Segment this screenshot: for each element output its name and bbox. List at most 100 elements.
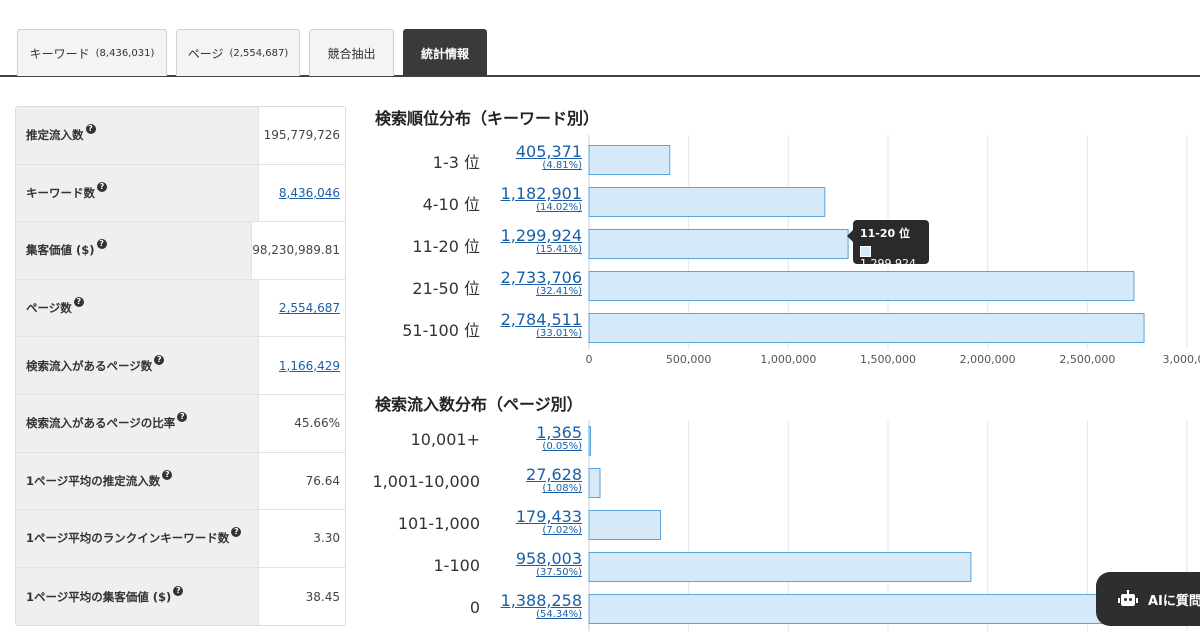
stats-row: 集客価値 ($)? 98,230,989.81 — [16, 222, 345, 280]
bar-percent: (54.34%) — [536, 609, 582, 620]
stats-row: 1ページ平均の集客価値 ($)? 38.45 — [16, 567, 345, 626]
help-icon[interactable]: ? — [231, 527, 242, 538]
stats-row: ページ数? 2,554,687 — [16, 279, 345, 338]
stats-label: キーワード数? — [16, 164, 258, 222]
stats-value-link[interactable]: 2,554,687 — [279, 301, 340, 315]
tab-label: 競合抽出 — [327, 46, 376, 61]
stats-table: 推定流入数? 195,779,726 キーワード数? 8,436,046 集客価… — [15, 106, 346, 627]
stats-value-link[interactable]: 1,166,429 — [279, 359, 340, 373]
bar-percent: (1.08%) — [542, 483, 582, 494]
bar-value-link[interactable]: 405,371 — [462, 143, 582, 160]
stats-value: 2,554,687 — [258, 279, 345, 337]
bar-percent: (4.81%) — [542, 160, 582, 171]
bar[interactable] — [588, 468, 601, 498]
stats-label: 検索流入があるページ数? — [16, 337, 258, 394]
help-icon[interactable]: ? — [97, 181, 107, 192]
stats-value: 8,436,046 — [258, 164, 345, 222]
bar[interactable] — [588, 145, 671, 175]
stats-label: 1ページ平均の推定流入数? — [16, 452, 258, 510]
ai-button-label: AIに質問 — [1148, 593, 1200, 609]
bar-value-link[interactable]: 27,628 — [462, 466, 582, 483]
chart-title-traffic: 検索流入数分布（ページ別） — [375, 395, 583, 414]
tooltip-title: 11-20 位 — [860, 227, 911, 240]
bar-percent: (32.41%) — [536, 286, 582, 297]
bar[interactable] — [588, 510, 662, 540]
stats-label: ページ数? — [16, 279, 258, 337]
bar-value-link[interactable]: 1,182,901 — [462, 185, 582, 202]
bar-percent: (0.05%) — [542, 441, 582, 452]
bar[interactable] — [588, 271, 1135, 301]
stats-label: 検索流入があるページの比率? — [16, 394, 258, 452]
stats-label: 1ページ平均の集客価値 ($)? — [16, 567, 258, 626]
stats-value: 195,779,726 — [258, 107, 345, 164]
bar-value-link[interactable]: 1,299,924 — [462, 227, 582, 244]
bar[interactable] — [588, 552, 972, 582]
stats-value: 98,230,989.81 — [251, 222, 345, 279]
help-icon[interactable]: ? — [85, 124, 96, 135]
chart-tooltip: 11-20 位 1,299,924 — [847, 220, 929, 270]
tab-bar: キーワード (8,436,031) ページ (2,554,687) 競合抽出 統… — [0, 0, 1200, 77]
stats-value: 38.45 — [258, 567, 345, 626]
x-tick-label: 500,000 — [665, 353, 712, 366]
bar-value-link[interactable]: 958,003 — [462, 550, 582, 567]
stats-value-link[interactable]: 8,436,046 — [279, 186, 340, 200]
help-icon[interactable]: ? — [173, 585, 184, 596]
bar[interactable] — [588, 426, 591, 456]
x-tick-label: 1,500,000 — [860, 353, 916, 366]
bar-percent: (33.01%) — [536, 328, 582, 339]
stats-label: 集客価値 ($)? — [16, 222, 252, 279]
bar-value-box: 405,371 (4.81%) — [462, 143, 582, 171]
chart-svg — [588, 135, 1188, 349]
bar-value-box: 2,733,706 (32.41%) — [462, 269, 582, 297]
bar-value-box: 1,299,924 (15.41%) — [462, 227, 582, 255]
bar-value-link[interactable]: 2,733,706 — [462, 269, 582, 286]
bar-percent: (7.02%) — [542, 525, 582, 536]
help-icon[interactable]: ? — [154, 354, 165, 365]
tab-pages[interactable]: ページ (2,554,687) — [176, 29, 300, 76]
tooltip-swatch — [860, 245, 871, 257]
help-icon[interactable]: ? — [177, 412, 188, 423]
stats-label: 1ページ平均のランクインキーワード数? — [16, 510, 258, 567]
bar-value-link[interactable]: 179,433 — [462, 508, 582, 525]
stats-row: 1ページ平均のランクインキーワード数? 3.30 — [16, 510, 345, 568]
stats-value: 3.30 — [258, 510, 345, 567]
bar-value-box: 27,628 (1.08%) — [462, 466, 582, 494]
stats-value: 1,166,429 — [258, 337, 345, 394]
bar[interactable] — [588, 187, 826, 217]
bar-value-link[interactable]: 2,784,511 — [462, 311, 582, 328]
x-tick-label: 0 — [585, 353, 593, 366]
help-icon[interactable]: ? — [162, 469, 173, 480]
bar[interactable] — [588, 594, 1143, 624]
tab-count: (2,554,687) — [229, 47, 289, 59]
ai-question-button[interactable]: AIに質問 — [1096, 572, 1200, 626]
bar-value-box: 958,003 (37.50%) — [462, 550, 582, 578]
stats-label: 推定流入数? — [16, 107, 258, 164]
bar[interactable] — [588, 229, 849, 259]
bar-percent: (15.41%) — [536, 244, 582, 255]
tab-label: 統計情報 — [420, 46, 469, 61]
bar-percent: (37.50%) — [536, 567, 582, 578]
help-icon[interactable]: ? — [96, 239, 107, 250]
tab-count: (8,436,031) — [95, 47, 155, 59]
help-icon[interactable]: ? — [73, 297, 84, 308]
x-tick-label: 3,000,00 — [1162, 353, 1200, 366]
tab-competitors[interactable]: 競合抽出 — [309, 29, 394, 76]
rank-distribution-chart: 1-3 位 405,371 (4.81%) 4-10 位 1,182,901 (14.02… — [360, 135, 1200, 375]
x-tick-label: 2,000,000 — [959, 353, 1016, 366]
bar-value-link[interactable]: 1,388,258 — [462, 592, 582, 609]
stats-row: 検索流入があるページ数? 1,166,429 — [16, 337, 345, 395]
chart-title-rank: 検索順位分布（キーワード別） — [375, 109, 600, 128]
traffic-distribution-chart: 10,001+ 1,365 (0.05%) 1,001-10,000 27,628 (1.… — [360, 420, 1200, 631]
tab-label: キーワード — [29, 46, 90, 61]
tab-label: ページ — [187, 46, 224, 61]
bar-percent: (14.02%) — [536, 202, 582, 213]
stats-value: 45.66% — [258, 394, 345, 452]
x-tick-label: 2,500,000 — [1059, 353, 1116, 366]
bar-value-box: 179,433 (7.02%) — [462, 508, 582, 536]
bar-value-link[interactable]: 1,365 — [462, 424, 582, 441]
tab-keywords[interactable]: キーワード (8,436,031) — [17, 29, 167, 76]
robot-icon — [1118, 590, 1138, 606]
tab-statistics[interactable]: 統計情報 — [403, 29, 487, 76]
stats-row: 1ページ平均の推定流入数? 76.64 — [16, 452, 345, 511]
bar[interactable] — [588, 313, 1145, 343]
